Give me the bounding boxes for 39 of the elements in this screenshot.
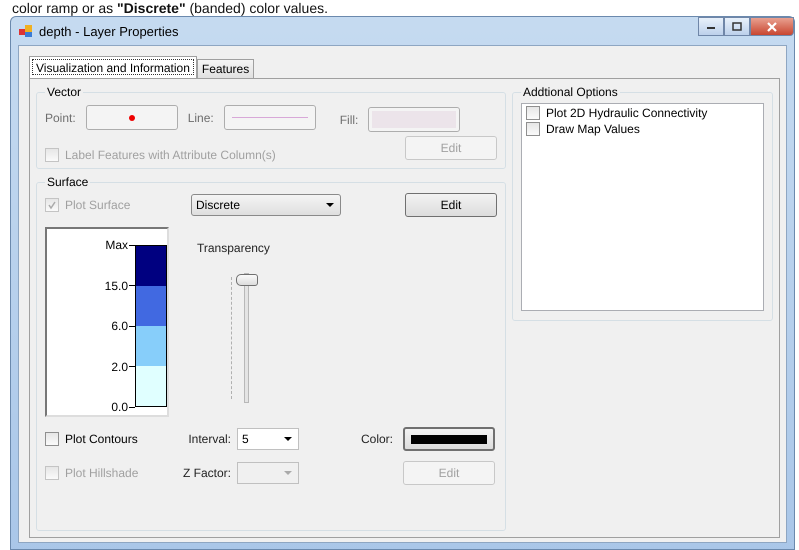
tab[interactable]: Features [196, 59, 254, 78]
maximize-icon [732, 22, 742, 31]
z-factor-label: Z Factor: [182, 466, 231, 480]
checkmark-icon [47, 200, 57, 210]
option-checkbox[interactable]: Draw Map Values [526, 122, 759, 136]
document-text: color ramp or as "Discrete" (banded) color values. [11, 0, 329, 16]
app-icon [19, 24, 33, 38]
group-title: Addtional Options [522, 85, 619, 99]
group-title: Surface [46, 175, 90, 189]
dot-icon [128, 114, 135, 120]
dropdown-arrow-icon [284, 437, 292, 441]
dropdown-arrow-icon [284, 471, 292, 475]
legend-label: Max [105, 238, 128, 252]
legend-label: 0.0 [111, 400, 128, 414]
fill-label: Fill: [340, 112, 358, 126]
point-label: Point: [45, 110, 76, 124]
edit-button[interactable]: Edit [405, 193, 497, 217]
legend-label: 15.0 [104, 278, 128, 292]
close-button[interactable] [750, 17, 794, 36]
legend-label: 6.0 [111, 319, 128, 333]
interval-label: Interval: [187, 432, 231, 446]
line-label: Line: [188, 110, 214, 124]
minimize-button[interactable] [698, 17, 724, 36]
option-checkbox[interactable]: Plot 2D Hydraulic Connectivity [526, 106, 759, 120]
slider-thumb[interactable] [236, 274, 258, 286]
window-title: depth - Layer Properties [39, 24, 178, 38]
group-title: Vector [46, 85, 82, 99]
contour-color-button[interactable] [403, 427, 495, 451]
tab[interactable]: Visualization and Information [29, 56, 197, 78]
plot-contours-checkbox[interactable]: Plot Contours [45, 432, 167, 446]
dropdown-arrow-icon [326, 203, 334, 207]
maximize-button[interactable] [724, 17, 750, 36]
close-icon [766, 22, 778, 32]
mode-dropdown[interactable]: Discrete [191, 194, 341, 216]
interval-dropdown[interactable]: 5 [237, 428, 299, 450]
transparency-label: Transparency [197, 241, 270, 255]
color-label: Color: [360, 432, 393, 446]
line-sample-icon [232, 116, 308, 118]
legend-label: 2.0 [111, 360, 128, 374]
